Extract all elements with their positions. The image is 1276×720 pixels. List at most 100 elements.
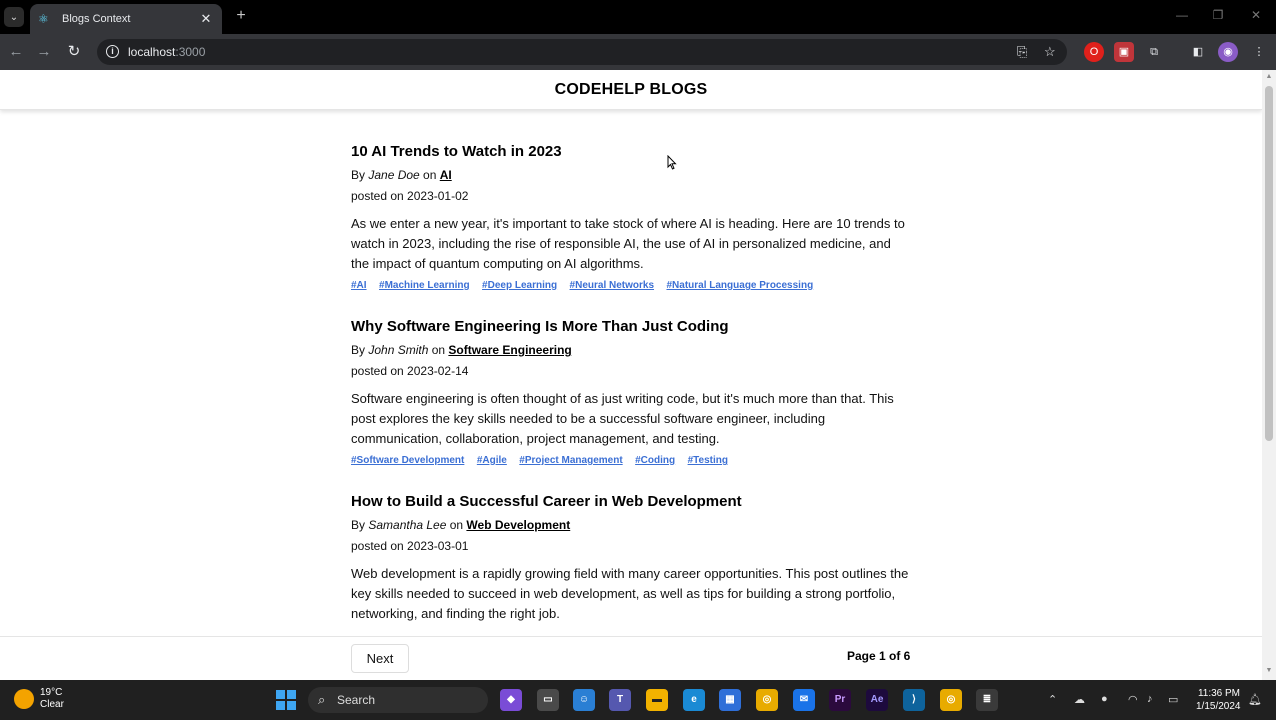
search-icon: ⌕	[318, 692, 326, 707]
browser-toolbar: ← → ↻ i localhost:3000 ⎘ ☆ O ▣ ⧉ ◧ ◉ ⋮	[0, 34, 1276, 70]
weather-temperature: 19°C	[40, 687, 63, 698]
tab-title: Blogs Context	[62, 13, 131, 25]
page-indicator: Page 1 of 6	[847, 649, 911, 663]
windows-start-icon[interactable]	[276, 690, 296, 710]
back-icon[interactable]: ←	[6, 42, 26, 62]
browser-tab[interactable]: ⚛ Blogs Context ✕	[30, 4, 222, 34]
tag-link[interactable]: #Coding	[635, 455, 675, 466]
post-author: Samantha Lee	[368, 518, 447, 532]
forward-icon[interactable]: →	[34, 42, 54, 62]
search-label: Search	[337, 693, 376, 707]
site-title: CODEHELP BLOGS	[554, 80, 708, 98]
bookmark-star-icon[interactable]: ☆	[1044, 44, 1056, 60]
scroll-up-icon[interactable]: ▲	[1264, 73, 1274, 83]
maximize-icon[interactable]: ❐	[1208, 8, 1228, 22]
post-category-link[interactable]: Web Development	[466, 518, 570, 532]
menu-kebab-icon[interactable]: ⋮	[1249, 42, 1269, 62]
page-viewport: CODEHELP BLOGS 10 AI Trends to Watch in …	[0, 70, 1262, 680]
address-bar[interactable]: i localhost:3000 ⎘ ☆	[97, 39, 1067, 65]
clock-date: 1/15/2024	[1196, 701, 1241, 712]
tag-link[interactable]: #Deep Learning	[482, 280, 557, 291]
react-favicon-icon: ⚛	[38, 12, 49, 26]
post-title: How to Build a Successful Career in Web …	[351, 493, 742, 510]
copilot-icon[interactable]: ◆	[500, 689, 522, 711]
system-clock[interactable]: 11:36 PM 1/15/2024	[1196, 687, 1241, 713]
vscode-icon[interactable]: ⟩	[903, 689, 925, 711]
post-tags: #AI #Machine Learning #Deep Learning #Ne…	[351, 277, 911, 293]
windows-taskbar: 19°C Clear ⌕ Search ◆ ▭ ☺ T ▬ e ▦ ◎ ✉ Pr…	[0, 680, 1276, 720]
tag-link[interactable]: #Machine Learning	[379, 280, 470, 291]
tab-search-button[interactable]: ⌄	[4, 7, 24, 27]
post-item: How to Build a Successful Career in Web …	[351, 492, 911, 624]
url-text: localhost:3000	[128, 45, 206, 59]
weather-widget[interactable]: 19°C Clear	[14, 687, 64, 711]
new-tab-button[interactable]: +	[231, 7, 251, 25]
teams-icon[interactable]: T	[609, 689, 631, 711]
reload-icon[interactable]: ↻	[64, 42, 84, 62]
people-icon[interactable]: ☺	[573, 689, 595, 711]
task-view-icon[interactable]: ▭	[537, 689, 559, 711]
scroll-thumb[interactable]	[1265, 86, 1273, 441]
premiere-icon[interactable]: Pr	[829, 689, 851, 711]
weather-condition: Clear	[40, 699, 64, 710]
post-byline: By Samantha Lee on Web Development	[351, 518, 571, 532]
post-category-link[interactable]: AI	[440, 168, 452, 182]
post-byline: By Jane Doe on AI	[351, 168, 452, 182]
notification-bell-icon[interactable]: 🔔︎	[1248, 693, 1262, 706]
post-byline: By John Smith on Software Engineering	[351, 343, 572, 357]
tab-close-icon[interactable]: ✕	[198, 11, 214, 27]
mail-icon[interactable]: ✉	[793, 689, 815, 711]
tag-link[interactable]: #Neural Networks	[570, 280, 654, 291]
post-item: 10 AI Trends to Watch in 2023 By Jane Do…	[351, 142, 911, 293]
post-title: 10 AI Trends to Watch in 2023	[351, 143, 562, 160]
install-app-icon[interactable]: ⎘	[1017, 44, 1027, 60]
chrome-active-icon[interactable]: ◎	[940, 689, 962, 711]
file-explorer-icon[interactable]: ▬	[646, 689, 668, 711]
extensions-puzzle-icon[interactable]: ⧉	[1144, 42, 1164, 62]
post-date: posted on 2023-01-02	[351, 189, 469, 203]
weather-moon-icon	[14, 689, 34, 709]
taskbar-search[interactable]: ⌕ Search	[308, 687, 488, 713]
store-icon[interactable]: ▦	[719, 689, 741, 711]
tag-link[interactable]: #Project Management	[519, 455, 622, 466]
side-panel-icon[interactable]: ◧	[1188, 42, 1208, 62]
notepad-icon[interactable]: ≣	[976, 689, 998, 711]
browser-titlebar: ⌄ ⚛ Blogs Context ✕ + — ❐ ✕	[0, 0, 1276, 34]
post-excerpt: Web development is a rapidly growing fie…	[351, 566, 909, 621]
site-info-icon[interactable]: i	[106, 45, 119, 58]
next-page-button[interactable]: Next	[351, 644, 409, 673]
post-date: posted on 2023-03-01	[351, 539, 469, 553]
battery-icon[interactable]: ▭	[1168, 693, 1178, 706]
microphone-icon[interactable]: ●	[1101, 693, 1108, 705]
post-item: Why Software Engineering Is More Than Ju…	[351, 317, 911, 468]
page-scrollbar[interactable]: ▲ ▼	[1262, 70, 1276, 680]
chrome-icon[interactable]: ◎	[756, 689, 778, 711]
wifi-icon[interactable]: ◠	[1128, 693, 1138, 706]
volume-icon[interactable]: ♪	[1147, 693, 1153, 705]
clock-time: 11:36 PM	[1197, 688, 1240, 699]
opera-extension-icon[interactable]: O	[1084, 42, 1104, 62]
onedrive-icon[interactable]: ☁	[1074, 693, 1085, 706]
post-author: John Smith	[368, 343, 429, 357]
site-header: CODEHELP BLOGS	[0, 70, 1262, 110]
post-excerpt: Software engineering is often thought of…	[351, 391, 894, 446]
pagination-bar: Next Page 1 of 6	[0, 636, 1262, 680]
post-author: Jane Doe	[368, 168, 420, 182]
close-window-icon[interactable]: ✕	[1246, 8, 1266, 22]
post-excerpt: As we enter a new year, it's important t…	[351, 216, 905, 271]
tray-overflow-icon[interactable]: ⌃	[1048, 693, 1057, 706]
minimize-icon[interactable]: —	[1172, 8, 1192, 22]
profile-avatar-icon[interactable]: ◉	[1218, 42, 1238, 62]
tag-link[interactable]: #Testing	[688, 455, 728, 466]
post-list: 10 AI Trends to Watch in 2023 By Jane Do…	[351, 142, 911, 648]
extension-red-icon[interactable]: ▣	[1114, 42, 1134, 62]
scroll-down-icon[interactable]: ▼	[1264, 667, 1274, 677]
tag-link[interactable]: #AI	[351, 280, 367, 291]
post-title: Why Software Engineering Is More Than Ju…	[351, 318, 729, 335]
after-effects-icon[interactable]: Ae	[866, 689, 888, 711]
edge-icon[interactable]: e	[683, 689, 705, 711]
post-category-link[interactable]: Software Engineering	[448, 343, 571, 357]
tag-link[interactable]: #Software Development	[351, 455, 464, 466]
tag-link[interactable]: #Agile	[477, 455, 507, 466]
tag-link[interactable]: #Natural Language Processing	[666, 280, 813, 291]
